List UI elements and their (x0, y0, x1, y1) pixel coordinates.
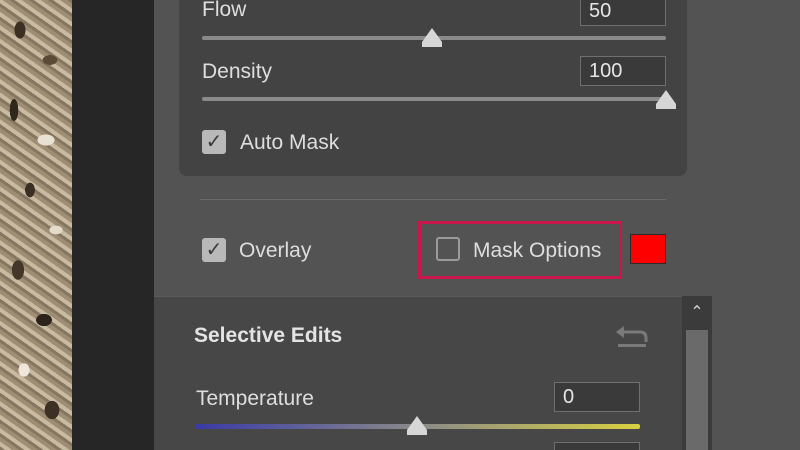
density-slider-track[interactable] (202, 97, 666, 101)
section-divider (200, 199, 666, 200)
overlay-checkbox[interactable]: ✓ (202, 238, 226, 262)
canvas-gutter (72, 0, 154, 450)
temperature-slider-thumb-base[interactable] (407, 430, 427, 435)
overlay-label: Overlay (239, 239, 312, 262)
reset-icon[interactable] (614, 322, 650, 350)
flow-slider-thumb-base[interactable] (422, 42, 442, 47)
photo-canvas (0, 0, 72, 450)
density-input[interactable]: 100 (580, 56, 666, 86)
mask-options-checkbox[interactable] (436, 237, 460, 261)
mask-options-label: Mask Options (473, 239, 602, 262)
temperature-label: Temperature (196, 387, 314, 410)
auto-mask-checkbox[interactable]: ✓ (202, 130, 226, 154)
panel-right-edge (712, 0, 800, 450)
density-label: Density (202, 60, 273, 83)
auto-mask-label: Auto Mask (240, 131, 340, 154)
flow-slider-thumb[interactable] (422, 28, 442, 42)
scrollbar-thumb[interactable] (686, 330, 708, 450)
selective-edits-title: Selective Edits (194, 324, 343, 347)
mask-color-swatch[interactable] (630, 234, 666, 264)
next-input[interactable] (554, 442, 640, 450)
density-slider-thumb[interactable] (656, 90, 676, 104)
flow-input[interactable]: 50 (580, 0, 666, 26)
density-slider-thumb-base[interactable] (656, 104, 676, 109)
temperature-slider-thumb[interactable] (407, 416, 427, 430)
chevron-up-icon[interactable]: ⌃ (682, 300, 712, 326)
temperature-input[interactable]: 0 (554, 382, 640, 412)
flow-label: Flow (202, 0, 247, 21)
